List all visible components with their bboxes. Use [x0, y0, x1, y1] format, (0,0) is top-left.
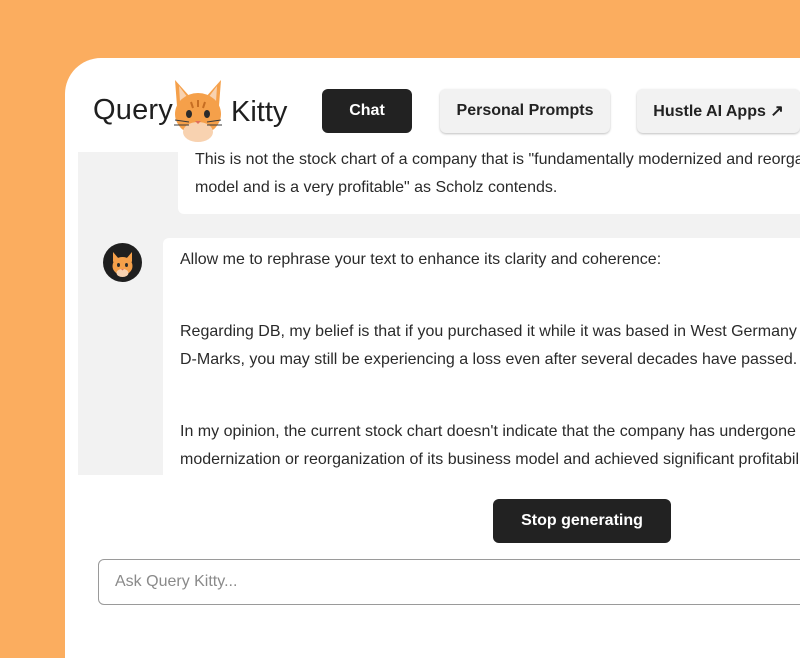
logo-text-query: Query	[93, 94, 173, 126]
nav-hustle-apps-button[interactable]: Hustle AI Apps ↗	[637, 89, 800, 133]
stop-generating-button[interactable]: Stop generating	[493, 499, 671, 543]
kitty-avatar	[103, 243, 142, 282]
cat-avatar-icon	[112, 252, 133, 277]
message-text: model and is a very profitable" as Schol…	[195, 179, 558, 196]
chat-history[interactable]: This is not the stock chart of a company…	[78, 152, 800, 475]
message-text: modernization or reorganization of its b…	[180, 451, 800, 468]
cat-logo-icon	[174, 80, 222, 142]
message-text: In my opinion, the current stock chart d…	[180, 423, 800, 440]
query-kitty-logo[interactable]: Query Kitty	[93, 78, 293, 142]
ask-input[interactable]	[98, 559, 800, 605]
assistant-message: Allow me to rephrase your text to enhanc…	[163, 238, 800, 475]
user-message: This is not the stock chart of a company…	[178, 152, 800, 214]
message-text: D-Marks, you may still be experiencing a…	[180, 351, 798, 368]
message-text: Allow me to rephrase your text to enhanc…	[180, 251, 662, 268]
logo-text-kitty: Kitty	[231, 96, 288, 128]
message-text: Regarding DB, my belief is that if you p…	[180, 323, 800, 340]
nav-chat-button[interactable]: Chat	[322, 89, 412, 133]
nav-personal-prompts-button[interactable]: Personal Prompts	[440, 89, 610, 133]
app-panel: Query Kitty Chat Personal Prompts Hustle…	[65, 58, 800, 658]
message-text: This is not the stock chart of a company…	[195, 152, 800, 168]
